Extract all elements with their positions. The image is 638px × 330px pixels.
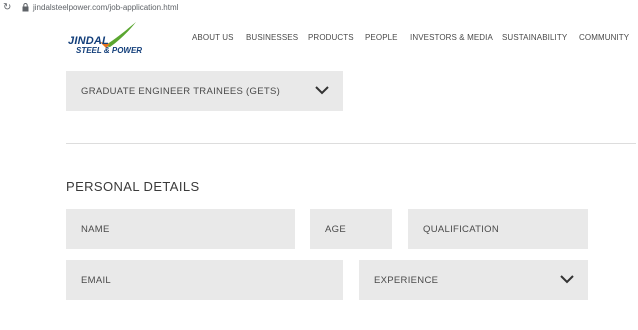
position-select-value: GRADUATE ENGINEER TRAINEES (GETS)	[81, 85, 281, 97]
reload-icon[interactable]: ↻	[3, 2, 11, 13]
lock-icon	[22, 3, 29, 12]
chevron-down-icon	[315, 86, 329, 95]
qualification-placeholder: QUALIFICATION	[423, 223, 500, 235]
section-divider	[66, 143, 636, 144]
qualification-field[interactable]: QUALIFICATION	[408, 209, 588, 249]
chevron-down-icon	[560, 275, 574, 284]
nav-item-people[interactable]: PEOPLE	[365, 33, 398, 42]
nav-item-products[interactable]: PRODUCTS	[308, 33, 354, 42]
main-nav: ABOUT US BUSINESSES PRODUCTS PEOPLE INVE…	[0, 33, 638, 45]
experience-select[interactable]: EXPERIENCE	[359, 260, 588, 300]
logo-subtitle: STEEL & POWER	[76, 46, 143, 55]
age-placeholder: AGE	[325, 223, 346, 235]
nav-item-sustainability[interactable]: SUSTAINABILITY	[502, 33, 567, 42]
email-placeholder: EMAIL	[81, 274, 112, 286]
name-placeholder: NAME	[81, 223, 110, 235]
experience-placeholder: EXPERIENCE	[374, 274, 439, 286]
email-field[interactable]: EMAIL	[66, 260, 343, 300]
nav-item-about-us[interactable]: ABOUT US	[192, 33, 234, 42]
nav-item-businesses[interactable]: BUSINESSES	[246, 33, 298, 42]
personal-details-heading: PERSONAL DETAILS	[66, 179, 200, 194]
nav-item-community[interactable]: COMMUNITY	[579, 33, 629, 42]
position-select[interactable]: GRADUATE ENGINEER TRAINEES (GETS)	[66, 71, 343, 111]
nav-item-investors-media[interactable]: INVESTORS & MEDIA	[410, 33, 493, 42]
browser-address-bar: ↻ jindalsteelpower.com/job-application.h…	[0, 0, 638, 16]
age-field[interactable]: AGE	[310, 209, 392, 249]
url-text[interactable]: jindalsteelpower.com/job-application.htm…	[33, 3, 178, 12]
name-field[interactable]: NAME	[66, 209, 295, 249]
